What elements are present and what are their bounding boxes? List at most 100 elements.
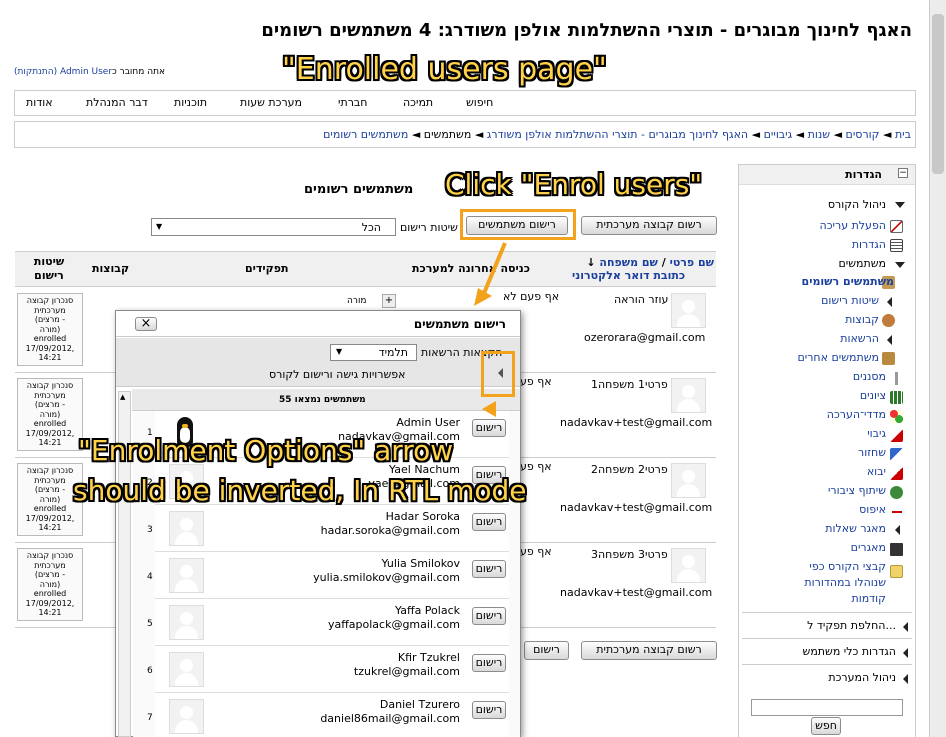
login-user-link[interactable]: Admin User: [60, 67, 112, 77]
sort-email[interactable]: כתובת דואר אלקטרוני: [572, 269, 685, 282]
nav-support[interactable]: תמיכה: [403, 96, 433, 109]
dialog-enrol-button[interactable]: רישום: [472, 560, 506, 578]
expand-profile-settings-icon[interactable]: [903, 648, 908, 658]
bottom-enrol-users-button[interactable]: רישום: [524, 641, 569, 660]
sidebar-edit-on[interactable]: הפעלת עריכה: [820, 219, 886, 232]
options-label[interactable]: אפשרויות גישה ורישום לקורס: [269, 368, 406, 381]
nav-schedule[interactable]: מערכת שעות: [240, 96, 302, 109]
sidebar-users[interactable]: משתמשים: [838, 257, 886, 270]
scrollbar-thumb[interactable]: [932, 14, 944, 174]
nav-social[interactable]: חברתי: [338, 96, 367, 109]
dialog-list-scrollbar-up-icon[interactable]: ▲: [120, 393, 125, 401]
nav-principal[interactable]: דבר המנהלת: [86, 96, 148, 109]
expand-switch-role-icon[interactable]: [903, 622, 908, 632]
dialog-enrol-button[interactable]: רישום: [472, 607, 506, 625]
enrol-cohort-button[interactable]: רשום קבוצה מערכתית: [581, 216, 717, 235]
breadcrumb-enrolled[interactable]: משתמשים רשומים: [323, 128, 408, 141]
avatar: [169, 652, 204, 687]
breadcrumb-years[interactable]: שנות: [808, 128, 830, 141]
expand-enrol-methods-icon[interactable]: [887, 297, 892, 307]
breadcrumb-sep: ◄: [474, 128, 484, 141]
sidebar-publish[interactable]: שיתוף ציבורי: [828, 484, 886, 497]
column-last-access[interactable]: כניסה אחרונה למערכת: [412, 262, 530, 275]
sidebar-legacy-files-2[interactable]: שנוהלו במהדורות: [804, 576, 886, 589]
role-select[interactable]: ▼ תלמיד: [330, 344, 417, 361]
note-line: (מרצים -: [34, 570, 66, 579]
enrol-method-select[interactable]: ▼ הכל: [151, 218, 396, 236]
sidebar-grades[interactable]: ציונים: [860, 389, 886, 402]
note-line: enrolled: [33, 334, 67, 343]
dialog-enrol-button[interactable]: רישום: [472, 419, 506, 437]
sidebar-import[interactable]: יבוא: [867, 465, 886, 478]
sidebar-switch-role[interactable]: החלפת תפקיד ל...: [807, 619, 896, 632]
login-info: אתה מחובר כAdmin User (התנתקות): [14, 67, 165, 77]
dialog-user-email: yaffapolack@gmail.com: [327, 618, 460, 631]
sidebar-profile-settings[interactable]: הגדרות כלי משתמש: [803, 645, 896, 658]
sort-desc-icon[interactable]: ↓: [586, 256, 599, 269]
expand-course-admin-icon[interactable]: [895, 202, 905, 208]
note-line: 14:21: [38, 523, 62, 532]
folder-icon: [890, 565, 903, 578]
assign-role-icon[interactable]: +: [382, 294, 396, 308]
sidebar-site-admin[interactable]: ניהול המערכת: [828, 671, 896, 684]
sidebar-search-input[interactable]: [751, 699, 903, 716]
enrol-method-value: הכל: [361, 221, 381, 234]
sidebar-restore[interactable]: שחזור: [858, 446, 886, 459]
sidebar-search-button[interactable]: חפש: [811, 717, 841, 735]
expand-question-bank-icon[interactable]: [895, 525, 900, 535]
breadcrumb-courses[interactable]: קורסים: [846, 128, 880, 141]
sort-last-name[interactable]: שם משפחה: [599, 256, 657, 269]
breadcrumb-course[interactable]: האגף לחינוך מבוגרים - תוצרי ההשתלמות אול…: [487, 128, 748, 141]
sidebar-outcomes[interactable]: מדדי־הערכה: [827, 408, 886, 421]
sidebar-legacy-files-3[interactable]: קודמות: [851, 592, 886, 605]
breadcrumb-sep: ◄: [795, 128, 805, 141]
sidebar-backup[interactable]: גיבוי: [867, 427, 886, 440]
note-line: 14:21: [38, 608, 62, 617]
nav-search[interactable]: חיפוש: [466, 96, 493, 109]
dialog-user-name: Yaffa Polack: [395, 604, 460, 617]
avatar: [671, 293, 706, 328]
sidebar-legacy-files-1[interactable]: קבצי הקורס כפי: [809, 560, 886, 573]
sidebar-course-admin[interactable]: ניהול הקורס: [828, 198, 886, 211]
expand-permissions-icon[interactable]: [887, 335, 892, 345]
note-line: סנכרון קבוצה: [26, 466, 74, 475]
bottom-enrol-cohort-button[interactable]: רשום קבוצה מערכתית: [581, 641, 717, 660]
column-enrolment: שיטות רישום: [33, 255, 65, 282]
breadcrumb-sep: ◄: [411, 128, 421, 141]
sidebar-other-users[interactable]: משתמשים אחרים: [797, 351, 879, 364]
avatar: [671, 548, 706, 583]
sort-first-name[interactable]: שם פרטי: [670, 256, 714, 269]
expand-site-admin-icon[interactable]: [903, 674, 908, 684]
sidebar-settings[interactable]: הגדרות: [852, 238, 886, 251]
logout-link[interactable]: (התנתקות): [14, 67, 57, 77]
nav-about[interactable]: אודות: [26, 96, 53, 109]
login-prefix: אתה מחובר כ: [112, 67, 166, 77]
sidebar-reset[interactable]: איפוס: [859, 503, 886, 516]
sidebar-question-bank[interactable]: מאגר שאלות: [825, 522, 886, 535]
window-scrollbar[interactable]: [929, 0, 946, 737]
dialog-enrol-button[interactable]: רישום: [472, 701, 506, 719]
note-line: מורה): [39, 494, 61, 504]
expand-users-icon[interactable]: [895, 262, 905, 268]
dialog-enrol-button[interactable]: רישום: [472, 654, 506, 672]
list-item: 6 Kfir Tzukrel tzukrel@gmail.com רישום: [147, 646, 509, 693]
sidebar-groups[interactable]: קבוצות: [845, 313, 879, 326]
backup-icon: [890, 429, 903, 442]
note-line: מערכתית: [34, 390, 66, 400]
sidebar-enrolled-users[interactable]: משתמשים רשומים: [802, 275, 894, 288]
breadcrumb-backups[interactable]: גיבויים: [764, 128, 793, 141]
dialog-user-email: daniel86mail@gmail.com: [320, 712, 460, 725]
sidebar-permissions[interactable]: הרשאות: [840, 332, 879, 345]
nav-programs[interactable]: תוכניות: [174, 96, 207, 109]
sidebar-enrol-methods[interactable]: שיטות רישום: [821, 294, 879, 307]
dialog-enrol-button[interactable]: רישום: [472, 513, 506, 531]
sidebar-repositories[interactable]: מאגרים: [851, 541, 886, 554]
collapse-icon[interactable]: −: [898, 168, 908, 178]
note-line: 17/09/2012,: [25, 428, 75, 438]
breadcrumb-home[interactable]: בית: [895, 128, 911, 141]
last-access: אף פע: [520, 545, 552, 558]
sidebar-filters[interactable]: מסננים: [853, 370, 886, 383]
dialog-close-button[interactable]: ×: [135, 317, 157, 331]
note-line: סנכרון קבוצה: [26, 551, 74, 560]
reset-arrow-icon: [890, 505, 903, 518]
